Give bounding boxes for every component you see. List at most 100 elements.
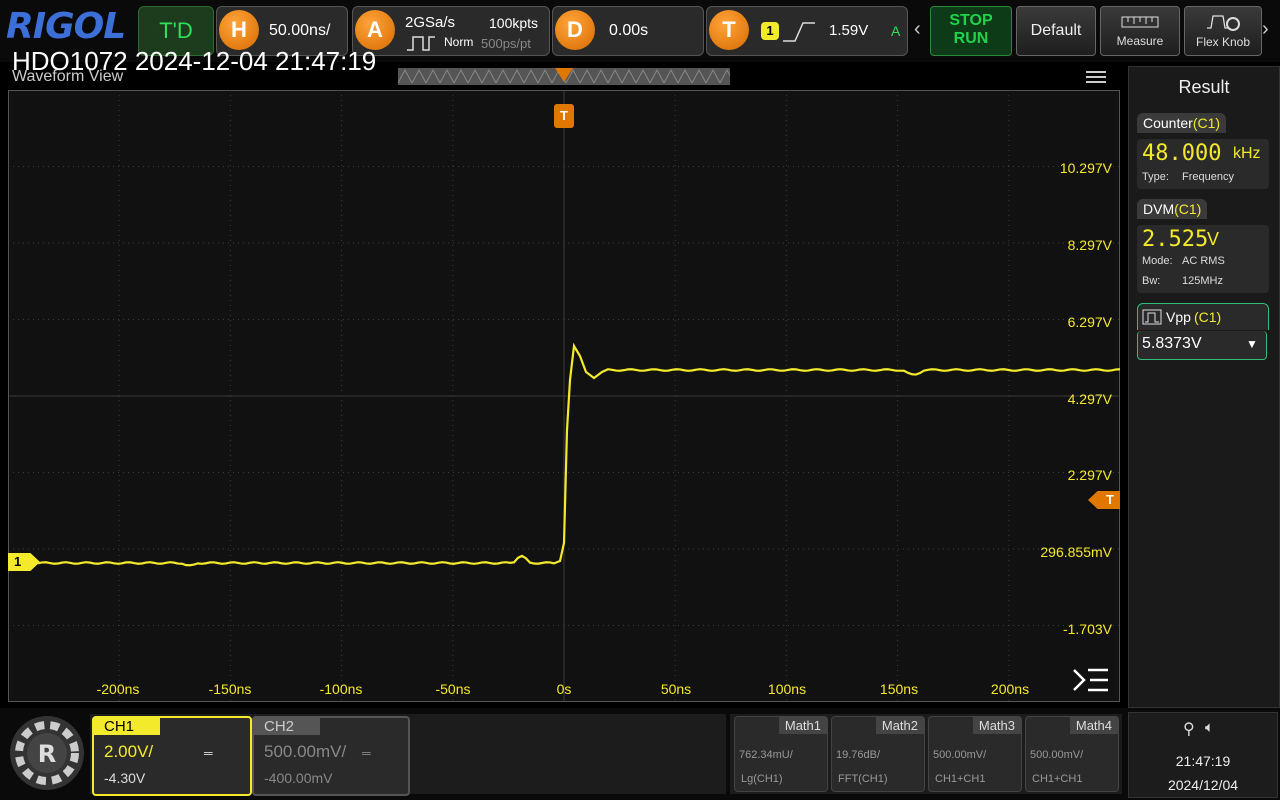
stop-label: STOP xyxy=(949,12,993,29)
flex-knob-label: Flex Knob xyxy=(1195,35,1251,49)
flex-knob-button[interactable]: Flex Knob xyxy=(1184,6,1262,56)
vpp-card[interactable]: 5.8373V ▼ xyxy=(1137,331,1267,360)
acquire-button[interactable]: A 2GSa/s 100kpts Norm 500ps/pt xyxy=(352,6,550,56)
memory-pattern-mark xyxy=(439,68,455,84)
memory-pattern-mark xyxy=(579,68,595,84)
dvm-tab[interactable]: DVM(C1) xyxy=(1137,199,1208,219)
memory-pattern-mark xyxy=(411,68,427,84)
vpp-tab[interactable]: Vpp (C1) xyxy=(1137,303,1269,330)
scroll-left-icon[interactable]: ‹ xyxy=(914,18,921,41)
measure-button[interactable]: Measure xyxy=(1100,6,1180,56)
math1-name: Math1 xyxy=(778,717,827,734)
menu-icon[interactable] xyxy=(1086,68,1106,86)
vpp-name: Vpp xyxy=(1166,309,1191,325)
memory-pattern-mark xyxy=(607,68,623,84)
clock-date: 2024/12/04 xyxy=(1167,777,1239,793)
memory-pattern-mark xyxy=(719,68,735,84)
dvm-source: (C1) xyxy=(1174,201,1202,217)
horizontal-scale-value: 50.00ns/ xyxy=(269,22,331,39)
memory-pattern-mark xyxy=(481,68,497,84)
result-title: Result xyxy=(1178,77,1230,97)
x-label: 0s xyxy=(556,681,572,697)
trigger-level: 1.59V xyxy=(829,22,869,39)
result-panel: Result Counter(C1) 48.000 kHz Type: Freq… xyxy=(1128,66,1280,708)
a-icon: A xyxy=(355,10,395,50)
math1-box[interactable]: Math1 762.34mU/ Lg(CH1) xyxy=(734,716,828,792)
math3-name: Math3 xyxy=(972,717,1021,734)
memory-pattern-mark xyxy=(467,68,483,84)
t-icon: T xyxy=(709,10,749,50)
mute-icon[interactable]: 🔈︎ xyxy=(1205,719,1214,736)
expand-menu-icon[interactable] xyxy=(1072,666,1110,694)
usb-icon: ⚲ xyxy=(1183,721,1195,738)
trigger-time-marker[interactable]: T xyxy=(554,104,574,128)
rising-edge-icon xyxy=(783,22,815,42)
x-label: 200ns xyxy=(990,681,1030,697)
x-label: 150ns xyxy=(879,681,919,697)
run-label: RUN xyxy=(953,30,989,47)
y-label: 4.297V xyxy=(1067,391,1112,407)
ch1-name: CH1 xyxy=(94,718,160,735)
d-icon: D xyxy=(555,10,595,50)
dvm-bw-label: Bw: xyxy=(1142,275,1161,287)
dvm-mode: AC RMS xyxy=(1182,255,1225,267)
ch1-coupling-icon: ═ xyxy=(204,746,213,760)
ch2-coupling-icon: ═ xyxy=(362,746,371,760)
scroll-right-icon[interactable]: › xyxy=(1262,18,1269,41)
math1-source: Lg(CH1) xyxy=(741,773,783,785)
default-button[interactable]: Default xyxy=(1016,6,1096,56)
ch1-box[interactable]: CH1 2.00V/ ═ -4.30V xyxy=(92,716,252,796)
measure-label: Measure xyxy=(1116,34,1164,48)
dvm-value: 2.525 xyxy=(1142,227,1209,252)
ruler-icon xyxy=(1121,16,1159,28)
dvm-mode-label: Mode: xyxy=(1142,255,1173,267)
memory-depth: 100kpts xyxy=(489,15,539,31)
memory-pattern-mark xyxy=(635,68,651,84)
ch2-box[interactable]: CH2 500.00mV/ ═ -400.00mV xyxy=(252,716,410,796)
math4-name: Math4 xyxy=(1069,717,1118,734)
x-label: 100ns xyxy=(767,681,807,697)
delay-button[interactable]: D 0.00s xyxy=(552,6,704,56)
math3-source: CH1+CH1 xyxy=(935,773,986,785)
waveform-grid[interactable] xyxy=(8,90,1120,702)
stop-run-button[interactable]: STOP RUN xyxy=(930,6,1012,56)
counter-unit: kHz xyxy=(1233,145,1261,162)
sample-interval: 500ps/pt xyxy=(481,36,531,51)
trigger-button[interactable]: T 1 1.59V A xyxy=(706,6,908,56)
dvm-unit: V xyxy=(1207,229,1220,249)
y-label: 6.297V xyxy=(1067,314,1112,330)
counter-tab[interactable]: Counter(C1) xyxy=(1137,113,1227,133)
math4-box[interactable]: Math4 500.00mV/ CH1+CH1 xyxy=(1025,716,1119,792)
dvm-card[interactable]: 2.525 V Mode: AC RMS Bw: 125MHz xyxy=(1137,225,1269,293)
math4-scale: 500.00mV/ xyxy=(1030,749,1084,761)
memory-pattern-mark xyxy=(495,68,511,84)
y-label: 10.297V xyxy=(1059,160,1112,176)
bottom-bar: R CH1 2.00V/ ═ -4.30V CH2 500.00mV/ ═ -4… xyxy=(0,708,1280,800)
y-label: 296.855mV xyxy=(1040,544,1112,560)
counter-type-label: Type: xyxy=(1142,171,1169,183)
x-label: -200ns xyxy=(96,681,140,697)
rigol-home-icon[interactable]: R xyxy=(8,714,86,792)
math3-box[interactable]: Math3 500.00mV/ CH1+CH1 xyxy=(928,716,1022,792)
math2-source: FFT(CH1) xyxy=(838,773,888,785)
memory-pattern-mark xyxy=(649,68,665,84)
svg-text:R: R xyxy=(38,740,56,768)
counter-card[interactable]: 48.000 kHz Type: Frequency xyxy=(1137,139,1269,189)
y-label: -1.703V xyxy=(1062,621,1112,637)
x-label: -100ns xyxy=(319,681,363,697)
dvm-name: DVM xyxy=(1143,201,1175,217)
flex-knob-icon xyxy=(1207,15,1240,31)
clock-time: 21:47:19 xyxy=(1175,753,1231,769)
memory-pattern-mark xyxy=(397,68,413,84)
math2-box[interactable]: Math2 19.76dB/ FFT(CH1) xyxy=(831,716,925,792)
memory-pattern-mark xyxy=(691,68,707,84)
x-label: -50ns xyxy=(435,681,471,697)
acquire-mode: Norm xyxy=(444,35,474,49)
default-label: Default xyxy=(1030,22,1082,39)
memory-pattern-mark xyxy=(453,68,469,84)
math3-scale: 500.00mV/ xyxy=(933,749,987,761)
memory-pattern-mark xyxy=(509,68,525,84)
vpp-dropdown-icon[interactable]: ▼ xyxy=(1246,337,1258,351)
memory-pattern-mark xyxy=(537,68,553,84)
x-label: -150ns xyxy=(208,681,252,697)
